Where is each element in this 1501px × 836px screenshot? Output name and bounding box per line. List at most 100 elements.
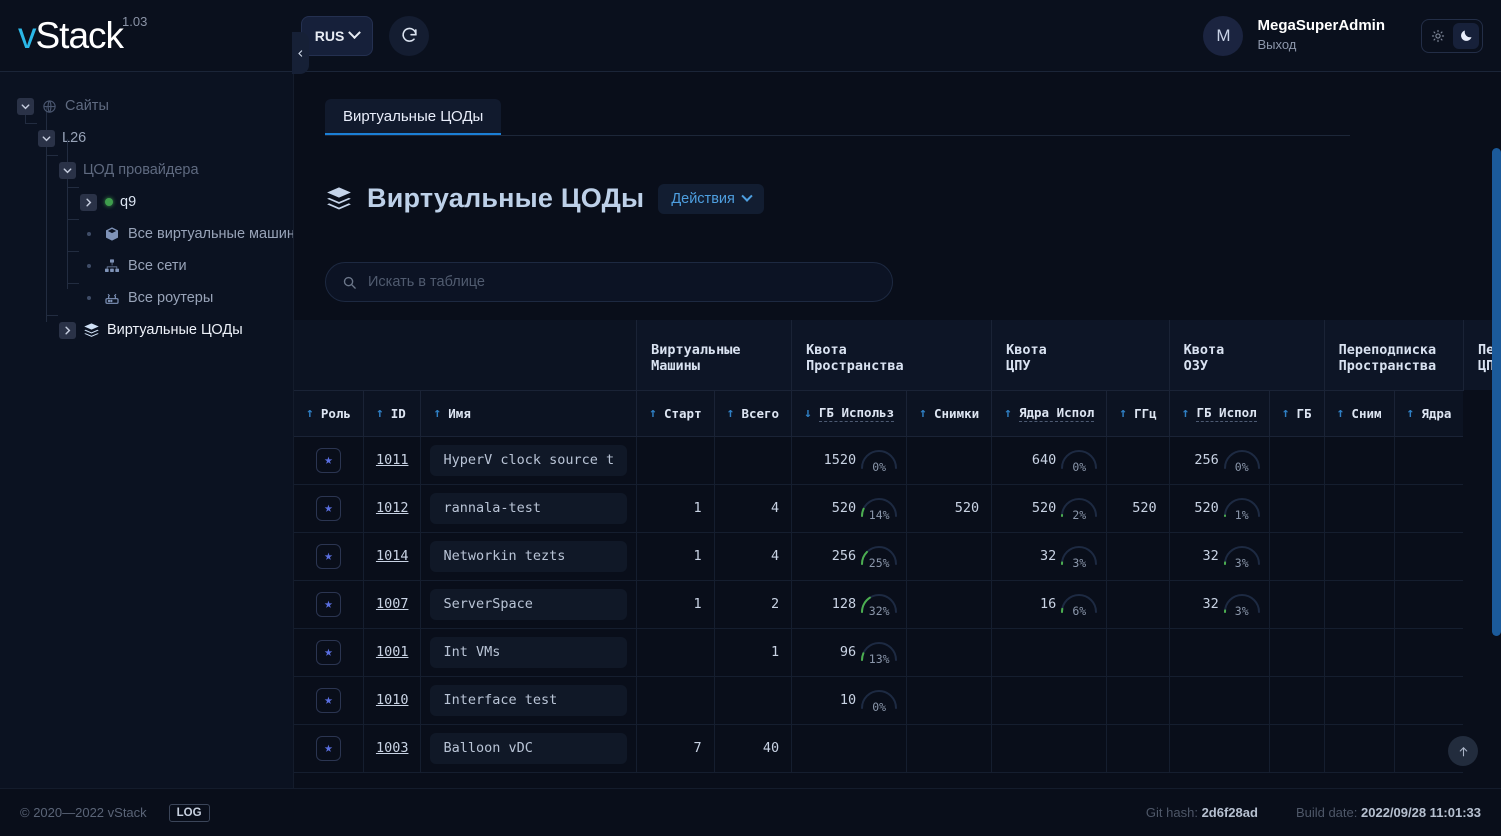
table-group-4: КвотаЦПУ: [992, 320, 1170, 390]
chevron-right-icon[interactable]: [59, 322, 76, 339]
cell-over-gb: [1269, 676, 1324, 724]
git-hash-value: 2d6f28ad: [1202, 805, 1258, 820]
avatar[interactable]: M: [1203, 16, 1243, 56]
search-input[interactable]: [368, 274, 876, 290]
sidebar-item-7[interactable]: Все роутеры: [0, 282, 293, 314]
cell-cpu-cores: 5202%: [992, 484, 1107, 532]
space-gb-value: 96: [840, 644, 856, 660]
group-header-line: Пространства: [1339, 358, 1463, 374]
space-gb-value: 520: [832, 500, 856, 516]
cell-cpu-ghz: [1107, 532, 1169, 580]
vdc-id-link[interactable]: 1011: [376, 452, 409, 468]
vdc-name-chip[interactable]: rannala-test: [430, 493, 627, 524]
table-column-header: ↑Роль↑ID↑Имя↑Старт↑Всего↓ГБ Использ↑Сним…: [294, 390, 1501, 436]
vdc-name-chip[interactable]: Balloon vDC: [430, 733, 627, 764]
vdc-id-link[interactable]: 1010: [376, 692, 409, 708]
vdc-id-link[interactable]: 1012: [376, 500, 409, 516]
cell-vm-started: 1: [637, 532, 714, 580]
vdc-name-chip[interactable]: HyperV clock source t: [430, 445, 627, 476]
vdc-id-link[interactable]: 1003: [376, 740, 409, 756]
sidebar-item-4[interactable]: q9: [0, 186, 293, 218]
table-row[interactable]: ★1014Networkin tezts1425625%323%323%: [294, 532, 1501, 580]
column-header-ram_gb[interactable]: ↑ГБ Испол: [1169, 390, 1269, 436]
table-row[interactable]: ★1003Balloon vDC740: [294, 724, 1501, 772]
status-dot-icon: [105, 198, 113, 206]
cell-over-cores: [1394, 676, 1463, 724]
cell-role: ★: [294, 724, 363, 772]
tree-connector: [67, 267, 79, 284]
cell-role: ★: [294, 580, 363, 628]
table-row[interactable]: ★1007ServerSpace1212832%166%323%: [294, 580, 1501, 628]
cell-cpu-ghz: 520: [1107, 484, 1169, 532]
column-header-space_gb[interactable]: ↓ГБ Использ: [792, 390, 907, 436]
cpu-pct-label: 0%: [1058, 460, 1100, 474]
vdc-id-link[interactable]: 1014: [376, 548, 409, 564]
favorite-star-icon[interactable]: ★: [316, 592, 341, 617]
actions-button[interactable]: Действия: [658, 184, 764, 214]
cell-cpu-cores: [992, 724, 1107, 772]
column-header-label: Имя: [448, 406, 471, 421]
table-search[interactable]: [325, 262, 893, 302]
favorite-star-icon[interactable]: ★: [316, 544, 341, 569]
sidebar-item-5[interactable]: Все виртуальные машины: [0, 218, 293, 250]
user-name: MegaSuperAdmin: [1257, 17, 1385, 36]
scroll-to-top-button[interactable]: [1448, 736, 1478, 766]
sidebar-collapse-button[interactable]: [292, 32, 309, 74]
table-row[interactable]: ★1001Int VMs19613%: [294, 628, 1501, 676]
column-header-space_snap[interactable]: ↑Снимки: [907, 390, 992, 436]
sidebar-item-2[interactable]: L26: [0, 122, 293, 154]
logout-link[interactable]: Выход: [1257, 36, 1385, 54]
favorite-star-icon[interactable]: ★: [316, 448, 341, 473]
chevron-down-icon[interactable]: [59, 162, 76, 179]
column-header-over_gb[interactable]: ↑ГБ: [1269, 390, 1324, 436]
table-row[interactable]: ★1011HyperV clock source t15200%6400%256…: [294, 436, 1501, 484]
log-button[interactable]: LOG: [169, 804, 210, 822]
moon-icon[interactable]: [1453, 23, 1479, 49]
vdc-name-chip[interactable]: Int VMs: [430, 637, 627, 668]
column-header-over_cores[interactable]: ↑Ядра: [1394, 390, 1463, 436]
vertical-scrollbar[interactable]: [1492, 148, 1501, 636]
vdc-id-link[interactable]: 1007: [376, 596, 409, 612]
space-gb-value: 256: [832, 548, 856, 564]
cell-space-gb: 100%: [792, 676, 907, 724]
column-header-name[interactable]: ↑Имя: [421, 390, 637, 436]
table-group-6: ПереподпискаПространства: [1324, 320, 1463, 390]
sidebar-item-3[interactable]: ЦОД провайдера: [0, 154, 293, 186]
vdc-name-chip[interactable]: Networkin tezts: [430, 541, 627, 572]
table-row[interactable]: ★1012rannala-test1452014%5205202%5205201…: [294, 484, 1501, 532]
theme-toggle[interactable]: [1421, 19, 1483, 53]
column-header-cpu_cores[interactable]: ↑Ядра Испол: [992, 390, 1107, 436]
favorite-star-icon[interactable]: ★: [316, 688, 341, 713]
column-header-cpu_ghz[interactable]: ↑ГГц: [1107, 390, 1169, 436]
vdc-id-link[interactable]: 1001: [376, 644, 409, 660]
column-header-vm_started[interactable]: ↑Старт: [637, 390, 714, 436]
column-header-role[interactable]: ↑Роль: [294, 390, 363, 436]
favorite-star-icon[interactable]: ★: [316, 640, 341, 665]
sidebar-item-8[interactable]: Виртуальные ЦОДы: [0, 314, 293, 346]
app-logo[interactable]: vStack: [18, 17, 123, 54]
favorite-star-icon[interactable]: ★: [316, 736, 341, 761]
sidebar-item-1[interactable]: Сайты: [0, 90, 293, 122]
column-header-vm_total[interactable]: ↑Всего: [714, 390, 791, 436]
sidebar-item-6[interactable]: Все сети: [0, 250, 293, 282]
column-header-over_snap[interactable]: ↑Сним: [1324, 390, 1394, 436]
language-label: RUS: [315, 28, 345, 44]
tab-virtual-datacenters[interactable]: Виртуальные ЦОДы: [325, 99, 501, 135]
language-selector[interactable]: RUS: [301, 16, 373, 56]
vdc-name-chip[interactable]: Interface test: [430, 685, 627, 716]
data-table-container[interactable]: ВиртуальныеМашиныКвотаПространстваКвотаЦ…: [294, 320, 1501, 775]
column-header-label: Всего: [741, 406, 779, 421]
column-header-id[interactable]: ↑ID: [363, 390, 421, 436]
refresh-button[interactable]: [389, 16, 429, 56]
favorite-star-icon[interactable]: ★: [316, 496, 341, 521]
sidebar-item-label: Виртуальные ЦОДы: [107, 322, 243, 338]
page-title: Виртуальные ЦОДы: [367, 183, 644, 214]
chevron-right-icon[interactable]: [80, 194, 97, 211]
table-row[interactable]: ★ 1010 Interface test 100%: [294, 676, 1501, 724]
chevron-down-icon[interactable]: [38, 130, 55, 147]
vdc-name-chip[interactable]: ServerSpace: [430, 589, 627, 620]
chevron-down-icon[interactable]: [17, 98, 34, 115]
space-pct-label: 0%: [858, 460, 900, 474]
cell-ram-gb: 323%: [1169, 580, 1269, 628]
sun-icon[interactable]: [1425, 23, 1451, 49]
